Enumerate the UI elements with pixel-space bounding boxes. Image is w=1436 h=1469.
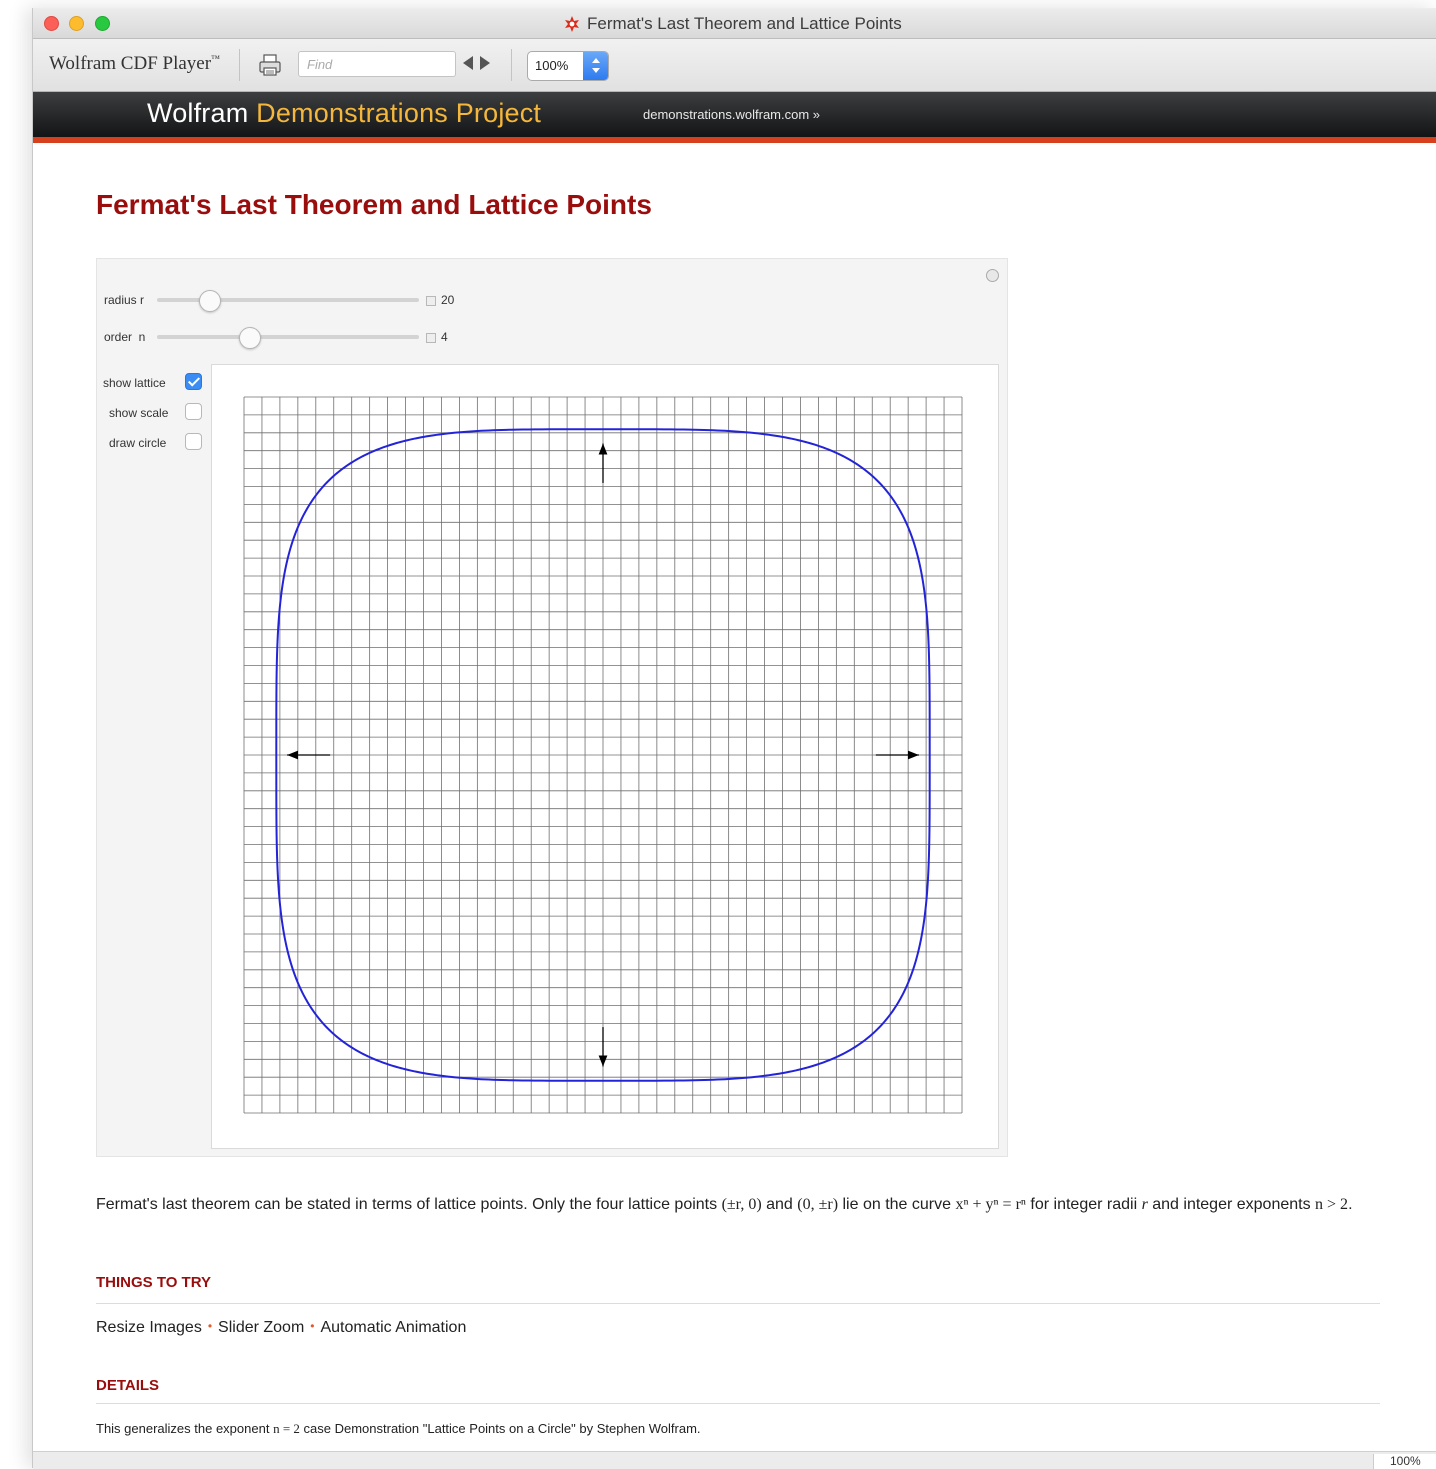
demonstration-content: Fermat's Last Theorem and Lattice Points… <box>33 143 1436 1451</box>
minimize-window-button[interactable] <box>69 16 84 31</box>
status-zoom-control[interactable]: 100% <box>1373 1454 1436 1469</box>
things-to-try-links: Resize Images • Slider Zoom • Automatic Anim… <box>96 1319 466 1337</box>
plot-frame <box>211 364 999 1149</box>
show-lattice-label: show lattice <box>103 376 166 390</box>
details-text-part: case Demonstration "Lattice Points on a … <box>299 1421 701 1436</box>
draw-circle-checkbox[interactable] <box>185 433 202 450</box>
bullet-separator: • <box>310 1319 315 1333</box>
status-bar: 100% <box>33 1451 1436 1469</box>
site-banner: Wolfram Demonstrations Project demonstra… <box>33 92 1436 143</box>
description-text: and integer exponents <box>1147 1196 1316 1213</box>
things-to-try-heading: THINGS TO TRY <box>96 1274 212 1291</box>
player-name: Wolfram CDF Player™ <box>49 53 220 75</box>
toolbar-separator <box>511 49 512 81</box>
details-heading: DETAILS <box>96 1377 160 1394</box>
zoom-select[interactable]: 100% <box>527 51 609 81</box>
print-icon[interactable] <box>257 52 283 78</box>
slider-zoom-link[interactable]: Slider Zoom <box>218 1319 304 1336</box>
section-divider <box>96 1303 1380 1304</box>
description-text: for integer radii <box>1025 1196 1142 1213</box>
details-text: This generalizes the exponent n = 2 case… <box>96 1421 701 1437</box>
order-slider-thumb[interactable] <box>238 327 261 349</box>
radius-label: radius r <box>104 293 145 307</box>
description-text: . <box>1348 1196 1353 1213</box>
site-link[interactable]: demonstrations.wolfram.com » <box>643 107 820 122</box>
lattice-plot <box>243 396 963 1114</box>
math-inline: n > 2 <box>1315 1196 1349 1213</box>
window-title: Fermat's Last Theorem and Lattice Points <box>587 14 902 33</box>
manipulate-panel: radius r 20 order n 4 show lattice show … <box>96 258 1008 1157</box>
order-value: 4 <box>441 330 448 344</box>
radius-slider-thumb[interactable] <box>199 290 222 312</box>
find-input[interactable] <box>298 51 456 77</box>
options-plus-icon[interactable] <box>986 269 999 282</box>
toolbar-separator <box>239 49 240 81</box>
brand-logo[interactable]: Wolfram Demonstrations Project <box>147 98 541 129</box>
show-scale-checkbox[interactable] <box>185 403 202 420</box>
description-text: Fermat's last theorem can be stated in t… <box>96 1196 722 1213</box>
trademark-mark: ™ <box>211 53 220 64</box>
math-inline: (0, ±r) <box>797 1196 839 1213</box>
radius-value: 20 <box>441 293 455 307</box>
brand-second: Demonstrations Project <box>256 98 542 128</box>
automatic-animation-link[interactable]: Automatic Animation <box>320 1319 466 1336</box>
lattice-grid <box>243 396 963 1114</box>
math-inline: (±r, 0) <box>721 1196 762 1213</box>
order-label: order n <box>104 330 146 344</box>
show-scale-label: show scale <box>109 406 169 420</box>
find-previous-icon[interactable] <box>463 56 473 70</box>
maximize-window-button[interactable] <box>95 16 110 31</box>
math-inline: n = 2 <box>273 1421 300 1436</box>
brand-first: Wolfram <box>147 98 249 128</box>
order-slider[interactable] <box>157 335 419 339</box>
order-expand-icon[interactable] <box>426 333 436 343</box>
description-text: lie on the curve <box>838 1196 956 1213</box>
description-text: and <box>761 1196 798 1213</box>
wolfram-spikey-icon <box>565 16 579 32</box>
radius-expand-icon[interactable] <box>426 296 436 306</box>
page-title: Fermat's Last Theorem and Lattice Points <box>96 189 652 220</box>
title-bar: Fermat's Last Theorem and Lattice Points <box>33 8 1436 39</box>
app-window: Fermat's Last Theorem and Lattice Points… <box>32 8 1436 1469</box>
window-title-group: Fermat's Last Theorem and Lattice Points <box>563 14 902 34</box>
details-text-part: This generalizes the exponent <box>96 1421 274 1436</box>
toolbar: Wolfram CDF Player™ 100% <box>33 39 1436 92</box>
bullet-separator: • <box>207 1319 213 1333</box>
zoom-stepper-icon[interactable] <box>583 52 608 80</box>
player-name-text: Wolfram CDF Player <box>49 53 212 74</box>
math-inline: xⁿ + yⁿ = rⁿ <box>955 1196 1026 1213</box>
description: Fermat's last theorem can be stated in t… <box>96 1193 1366 1217</box>
section-divider <box>96 1403 1380 1404</box>
zoom-value: 100% <box>535 58 569 73</box>
close-window-button[interactable] <box>44 16 59 31</box>
show-lattice-checkbox[interactable] <box>185 373 202 390</box>
radius-slider[interactable] <box>157 298 419 302</box>
find-next-icon[interactable] <box>480 56 490 70</box>
draw-circle-label: draw circle <box>109 436 167 450</box>
resize-images-link[interactable]: Resize Images <box>96 1319 202 1336</box>
